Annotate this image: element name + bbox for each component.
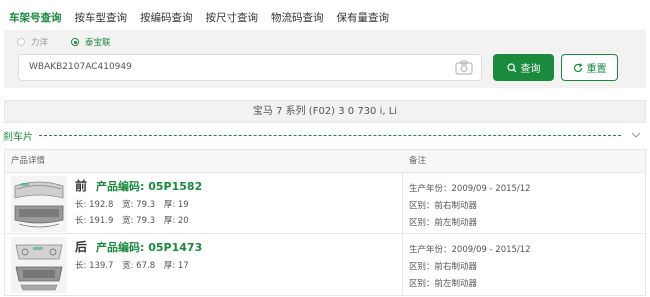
dimension-line: 长: 191.9 宽: 79.3 厚: 20 [75, 214, 202, 226]
part-title: 后 产品编码: 05P1473 [75, 238, 202, 255]
radio-indicator [17, 38, 25, 46]
radio-indicator [71, 38, 80, 46]
remark-cell: 生产年份：2009/09 - 2015/12 区别：前右制动器 区别：前左制动器 [403, 234, 645, 295]
part-title: 前 产品编码: 05P1582 [75, 177, 202, 194]
vehicle-name-bar: 宝马 7 系列 (F02) 3 0 730 i, Li [4, 100, 646, 123]
dim-length: 长: 192.8 [75, 200, 114, 210]
chevron-down-icon[interactable] [631, 132, 643, 138]
dim-thickness: 厚: 17 [163, 261, 189, 271]
dimension-line: 长: 139.7 宽: 67.8 厚: 17 [75, 259, 202, 271]
search-panel: 力洋 泰宝联 WBAKB2107AC410949 查询 重置 [4, 30, 646, 88]
table-row: 前 产品编码: 05P1582 长: 192.8 宽: 79.3 厚: 19 长… [5, 173, 645, 234]
reset-button[interactable]: 重置 [561, 54, 618, 81]
section-header-brake-pads: 刹车片 [0, 127, 650, 143]
radio-taibaolian[interactable]: 泰宝联 [71, 36, 111, 48]
remark-difference: 区别：前右制动器 [409, 262, 478, 272]
header-remark: 备注 [409, 156, 427, 166]
remark-difference: 区别：前左制动器 [409, 218, 478, 228]
remark-difference: 区别：前右制动器 [409, 201, 478, 211]
remark-difference: 区别：前左制动器 [409, 279, 478, 289]
dim-width: 宽: 67.8 [122, 261, 156, 271]
radio-label: 力洋 [31, 38, 49, 48]
dim-thickness: 厚: 19 [163, 200, 189, 210]
dim-length: 长: 139.7 [75, 261, 114, 271]
reset-button-label: 重置 [586, 64, 607, 75]
section-divider [39, 134, 621, 136]
refresh-icon [573, 62, 583, 73]
product-code-link[interactable]: 产品编码: 05P1582 [96, 178, 202, 194]
query-button[interactable]: 查询 [493, 54, 554, 81]
part-info: 前 产品编码: 05P1582 长: 192.8 宽: 79.3 厚: 19 长… [75, 173, 202, 226]
brake-pad-icon[interactable] [11, 176, 67, 232]
camera-icon[interactable] [455, 60, 473, 75]
table-header: 产品详情 备注 [5, 150, 645, 173]
dim-width: 宽: 79.3 [122, 216, 156, 226]
dim-thickness: 厚: 20 [163, 216, 189, 226]
header-detail: 产品详情 [11, 156, 46, 166]
source-radio-group: 力洋 泰宝联 [17, 36, 134, 48]
dimension-line: 长: 192.8 宽: 79.3 厚: 19 [75, 198, 202, 210]
product-code-link[interactable]: 产品编码: 05P1473 [96, 239, 202, 255]
radio-liyang[interactable]: 力洋 [17, 36, 48, 48]
table-row: 后 产品编码: 05P1473 长: 139.7 宽: 67.8 厚: 17 生… [5, 234, 645, 295]
remark-cell: 生产年份：2009/09 - 2015/12 区别：前右制动器 区别：前左制动器 [403, 173, 645, 233]
vin-input[interactable]: WBAKB2107AC410949 [18, 54, 482, 81]
part-position: 前 [75, 179, 88, 193]
detail-cell: 后 产品编码: 05P1473 长: 139.7 宽: 67.8 厚: 17 [5, 234, 403, 295]
product-table: 产品详情 备注 前 产品编码: 05P1582 长: 192.8 宽: 79.3… [4, 149, 646, 296]
remark-production-year: 生产年份：2009/09 - 2015/12 [409, 245, 531, 255]
dim-width: 宽: 79.3 [122, 200, 156, 210]
remark-production-year: 生产年份：2009/09 - 2015/12 [409, 184, 531, 194]
query-button-label: 查询 [520, 64, 541, 75]
part-position: 后 [75, 240, 88, 254]
vin-value: WBAKB2107AC410949 [29, 62, 132, 72]
radio-label: 泰宝联 [85, 38, 111, 48]
section-title: 刹车片 [3, 131, 33, 143]
brake-pad-icon[interactable] [11, 237, 67, 293]
detail-cell: 前 产品编码: 05P1582 长: 192.8 宽: 79.3 厚: 19 长… [5, 173, 403, 233]
search-icon [506, 62, 517, 73]
part-info: 后 产品编码: 05P1473 长: 139.7 宽: 67.8 厚: 17 [75, 234, 202, 271]
dim-length: 长: 191.9 [75, 216, 114, 226]
